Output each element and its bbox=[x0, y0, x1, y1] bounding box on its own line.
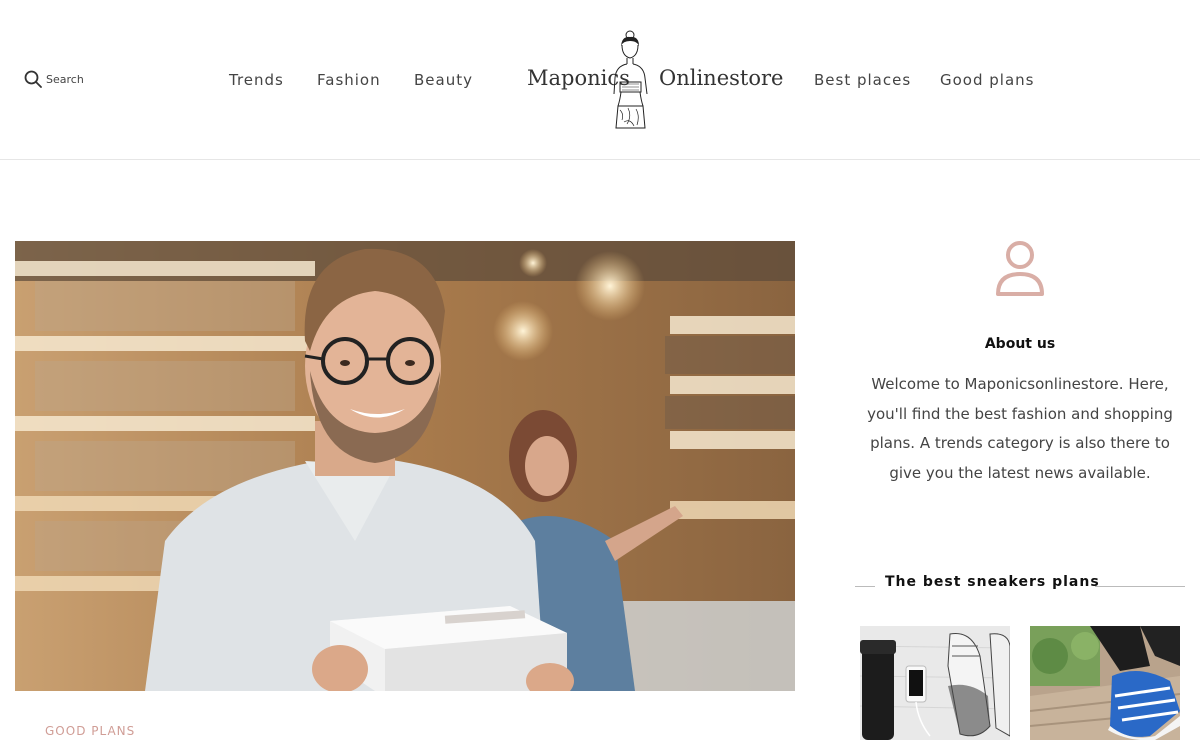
search-button[interactable]: Search bbox=[24, 70, 84, 88]
user-icon bbox=[990, 238, 1050, 302]
site-header: Search Trends Fashion Beauty Maponics On… bbox=[0, 0, 1200, 160]
about-us-title: About us bbox=[984, 336, 1056, 352]
site-logo[interactable]: Maponics Onlinestore bbox=[524, 28, 783, 134]
article-category-link[interactable]: GOOD PLANS bbox=[45, 724, 135, 738]
logo-figure-drawing bbox=[610, 28, 658, 134]
logo-text-right: Onlinestore bbox=[659, 66, 784, 90]
nav-item-beauty[interactable]: Beauty bbox=[414, 71, 473, 89]
nav-item-fashion[interactable]: Fashion bbox=[317, 71, 381, 89]
featured-article-image[interactable] bbox=[15, 241, 795, 691]
sneakers-section-heading: The best sneakers plans bbox=[855, 572, 1185, 594]
heading-divider-left bbox=[855, 586, 875, 587]
about-us-text: Welcome to Maponicsonlinestore. Here, yo… bbox=[867, 375, 1173, 482]
heading-divider-right bbox=[1095, 586, 1185, 587]
sneakers-title: The best sneakers plans bbox=[885, 574, 1100, 590]
search-icon bbox=[24, 70, 42, 88]
nav-item-best-places[interactable]: Best places bbox=[814, 71, 911, 89]
search-label: Search bbox=[46, 72, 84, 86]
sneakers-thumbnail-1[interactable] bbox=[860, 626, 1010, 740]
nav-item-good-plans[interactable]: Good plans bbox=[940, 71, 1034, 89]
sneakers-thumbnail-2[interactable] bbox=[1030, 626, 1180, 740]
nav-item-trends[interactable]: Trends bbox=[229, 71, 284, 89]
